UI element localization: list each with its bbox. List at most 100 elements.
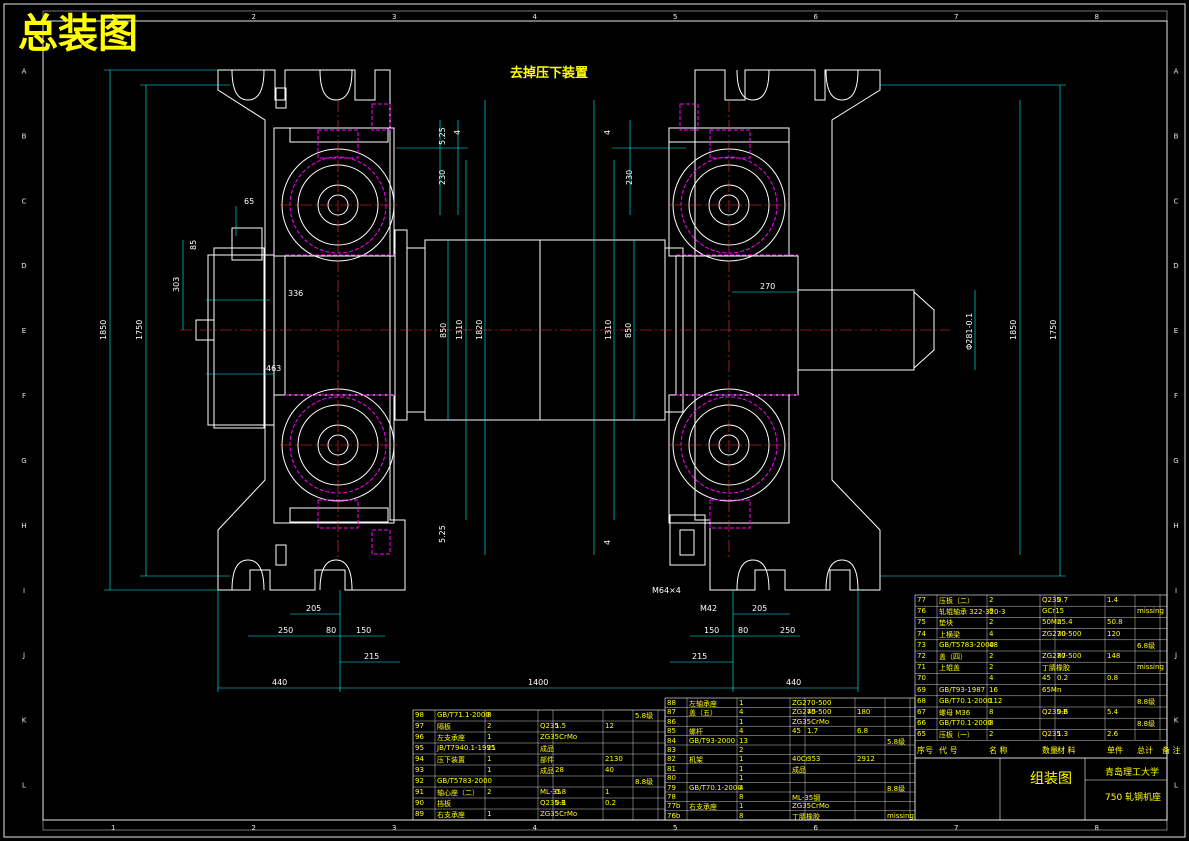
dim-right-205: 205 xyxy=(752,604,767,613)
parts-cell: 8.8级 xyxy=(887,784,906,793)
dim-right-850: 850 xyxy=(624,323,633,338)
dim-right-1750: 1750 xyxy=(1049,320,1058,340)
dim-m64: M64×4 xyxy=(652,586,681,595)
parts-cell: 1 xyxy=(487,810,492,818)
parts-cell: 0.2 xyxy=(1057,674,1069,683)
frame-row-label: K xyxy=(1174,717,1179,725)
parts-cell: 0.6 xyxy=(1057,708,1069,716)
parts-cell: 77b xyxy=(667,802,681,811)
parts-header-cell: 备 注 xyxy=(1162,746,1181,755)
parts-cell: 2.6 xyxy=(1107,730,1119,739)
parts-cell: 40 xyxy=(605,766,614,774)
assembly-drawing: 1122334455667788A AB BC CD DE EF FG GH HI IJ JK KL L xyxy=(3,3,1186,838)
parts-cell: 16 xyxy=(989,685,998,694)
frame-col-label: 2 xyxy=(252,824,256,832)
frame-grid-labels: 1122334455667788A AB BC CD DE EF FG GH HI IJ JK KL L xyxy=(21,13,1178,832)
parts-cell: 93 xyxy=(415,766,424,774)
parts-cell: 148 xyxy=(1107,652,1121,660)
parts-cell: 120 xyxy=(1107,629,1121,638)
dim-left-150: 150 xyxy=(356,626,371,635)
frame-col-label: 5 xyxy=(673,13,677,21)
parts-cell: 48 xyxy=(989,640,998,649)
parts-cell: 1 xyxy=(487,766,492,774)
parts-cell: 28 xyxy=(555,766,564,774)
parts-cell: 2 xyxy=(989,730,994,739)
parts-cell: 机架 xyxy=(689,756,703,765)
frame-col-label: 4 xyxy=(533,13,538,21)
parts-cell: 6.8 xyxy=(857,727,869,736)
parts-cell: GB/T93-2000 xyxy=(689,736,736,745)
parts-cell: 4 xyxy=(739,708,744,717)
dim-right-440: 440 xyxy=(786,678,801,687)
parts-cell: 73 xyxy=(917,640,926,649)
parts-cell: 1.3 xyxy=(1057,730,1069,739)
parts-cell: 右支承座 xyxy=(437,811,465,819)
parts-cell: 21 xyxy=(487,744,496,752)
dim-left-303: 303 xyxy=(172,277,181,292)
frame-row-label: D xyxy=(1173,262,1178,270)
dim-left-250: 250 xyxy=(278,626,293,635)
parts-cell: 1 xyxy=(739,774,744,783)
parts-cell: 81 xyxy=(667,764,676,773)
parts-cell: 1 xyxy=(739,717,744,726)
dim-mid-1820: 1820 xyxy=(475,320,484,340)
parts-cell: 成品 xyxy=(792,765,806,774)
parts-cell: GB/T5783-2000 xyxy=(437,777,493,785)
dim-left-inner-height: 1750 xyxy=(135,320,144,340)
sub-title: 去掉压下装置 xyxy=(510,66,589,81)
parts-cell: 2 xyxy=(739,746,744,754)
parts-cell: 成品 xyxy=(540,745,554,753)
parts-cell: GCr15 xyxy=(1042,607,1065,616)
parts-cell: 86 xyxy=(667,717,676,726)
parts-cell: 0.7 xyxy=(1057,596,1069,604)
parts-cell: 45 xyxy=(807,708,816,717)
parts-cell: 45 xyxy=(1042,674,1051,683)
parts-cell: 压下装置 xyxy=(437,756,465,764)
frame-col-label: 6 xyxy=(814,824,819,832)
parts-cell: 94 xyxy=(415,755,424,763)
dim-right-150: 150 xyxy=(704,626,719,635)
dim-top-4: 4 xyxy=(453,130,462,135)
dim-m42: M42 xyxy=(700,604,717,613)
parts-cell: 0.8 xyxy=(1107,674,1119,683)
parts-cell: missing xyxy=(1137,607,1164,616)
drawing-name: 组装图 xyxy=(1030,771,1072,787)
parts-cell: 89 xyxy=(415,810,424,818)
parts-cell: 4 xyxy=(739,783,744,792)
dim-center-1400: 1400 xyxy=(528,678,548,687)
frame-col-label: 5 xyxy=(673,824,677,832)
frame-row-label: C xyxy=(22,197,27,205)
parts-cell: 轧辊轴承 322-320-3 xyxy=(939,608,1006,617)
parts-header-cell: 单件 xyxy=(1107,746,1123,755)
parts-cell: GB/T5783-2000 xyxy=(939,640,995,649)
frame-col-label: 4 xyxy=(533,824,538,832)
parts-cell: 垫块 xyxy=(939,619,953,628)
frame-col-label: 3 xyxy=(392,13,396,21)
parts-cell: 180 xyxy=(857,708,871,717)
parts-cell: 8 xyxy=(487,711,492,719)
parts-cell: 8 xyxy=(989,719,994,728)
frame-col-label: 6 xyxy=(814,13,819,21)
frame-col-label: 1 xyxy=(111,824,115,832)
dim-right-230: 230 xyxy=(625,170,634,185)
parts-cell: 轴心座（二） xyxy=(437,789,479,797)
parts-cell: 盖（五） xyxy=(689,709,717,718)
parts-cell: GB/T70.1-2000 xyxy=(939,719,992,728)
left-stand-hidden xyxy=(285,103,395,555)
parts-cell: 76b xyxy=(667,811,681,820)
dim-right-1310: 1310 xyxy=(604,320,613,340)
parts-cell: 90 xyxy=(415,799,424,807)
frame-row-label: H xyxy=(21,522,26,530)
parts-cell: 65Mn xyxy=(1042,685,1062,694)
parts-cell: 30 xyxy=(1057,629,1066,638)
dim-right-1850: 1850 xyxy=(1009,320,1018,340)
parts-cell: missing xyxy=(1137,663,1164,672)
parts-cell: 87 xyxy=(1057,652,1066,660)
parts-cell: GB/T70.1-2000 xyxy=(939,696,992,705)
dim-top-230: 230 xyxy=(438,170,447,185)
parts-cell: 1.4 xyxy=(1107,596,1119,604)
parts-cell: 75 xyxy=(917,618,926,627)
parts-cell: 2 xyxy=(989,618,994,627)
parts-cell: 丁腈橡胶 xyxy=(792,812,820,821)
parts-cell: 1.5 xyxy=(555,722,567,730)
